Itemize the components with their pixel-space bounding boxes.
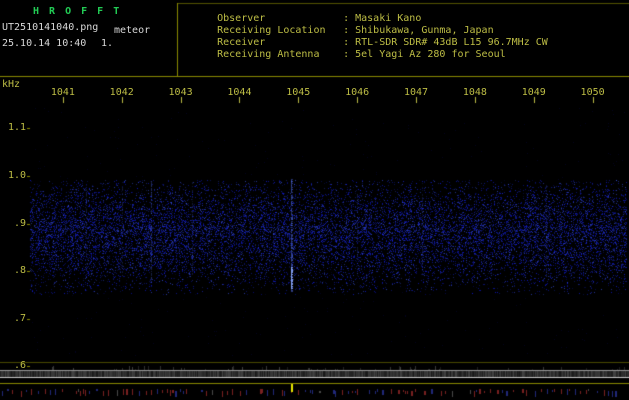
y-tick-label: .6 — [13, 360, 26, 372]
app-title: H R O F F T — [33, 6, 122, 17]
x-tick-label: 1041 — [50, 87, 75, 98]
x-tick-label: 1045 — [286, 87, 311, 98]
spectrogram-canvas — [0, 0, 629, 400]
x-tick-label: 1042 — [109, 87, 134, 98]
info-label: Receiving Location — [217, 25, 326, 36]
x-tick-label: 1044 — [227, 87, 252, 98]
y-tick-label: .7 — [13, 312, 26, 324]
info-value: Shibukawa, Gunma, Japan — [355, 25, 494, 36]
x-tick-label: 1046 — [345, 87, 370, 98]
station-name: meteor — [114, 25, 151, 36]
info-colon: : — [343, 37, 350, 48]
x-tick-label: 1050 — [580, 87, 605, 98]
info-colon: : — [343, 49, 350, 60]
info-label: Receiver — [217, 37, 266, 48]
info-value: Masaki Kano — [355, 13, 422, 24]
info-label: Observer — [217, 13, 266, 24]
info-label: Receiving Antenna — [217, 49, 320, 60]
observation-datetime: 25.10.14 10:40 — [2, 38, 87, 49]
x-tick-label: 1048 — [462, 87, 487, 98]
x-tick-label: 1049 — [521, 87, 546, 98]
header-info-table: Observer: Masaki Kano Receiving Location:… — [181, 4, 548, 60]
info-colon: : — [343, 25, 350, 36]
info-row-observer: Observer: Masaki Kano — [181, 4, 548, 24]
info-value: 5el Yagi Az 280 for Seoul — [355, 49, 506, 60]
hrofft-output-screen: H R O F F T UT2510141040.png meteor 25.1… — [0, 0, 629, 400]
info-colon: : — [343, 13, 350, 24]
y-tick-label: .8 — [13, 265, 26, 277]
x-tick-label: 1047 — [403, 87, 429, 98]
info-value: RTL-SDR SDR# 43dB L15 96.7MHz CW — [355, 37, 548, 48]
y-tick-label: .9 — [13, 217, 26, 229]
image-counter: 1. — [101, 38, 114, 49]
y-tick-label: 1.1 — [7, 122, 26, 134]
x-tick-label: 1043 — [168, 87, 193, 98]
y-axis-unit-label: kHz — [2, 79, 21, 90]
y-tick-label: 1.0 — [7, 170, 26, 181]
output-filename: UT2510141040.png — [2, 22, 99, 33]
